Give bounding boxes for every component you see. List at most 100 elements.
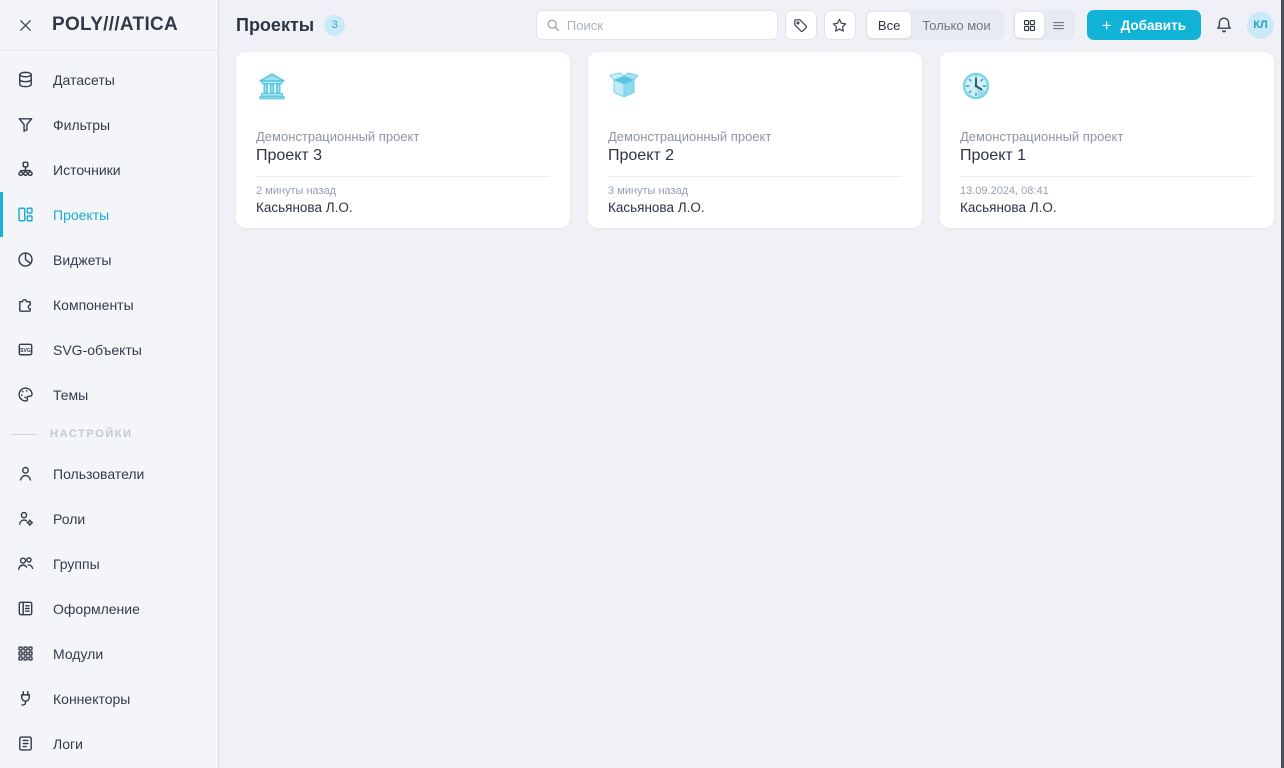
sidebar-section-settings: НАСТРОЙКИ — [0, 417, 218, 451]
notifications-button[interactable] — [1214, 15, 1234, 35]
card-subtitle: Демонстрационный проект — [256, 129, 550, 144]
search-input[interactable] — [567, 18, 768, 33]
sidebar-item-label: Оформление — [53, 601, 140, 617]
tags-filter-button[interactable] — [785, 10, 817, 40]
sidebar-item-connectors[interactable]: Коннекторы — [0, 676, 218, 721]
app-window: POLY///ATICA Датасеты Фильтры Источники … — [0, 0, 1284, 768]
person-icon — [14, 464, 36, 483]
project-card[interactable]: Демонстрационный проект Проект 3 2 минут… — [236, 52, 570, 228]
hierarchy-icon — [14, 160, 36, 179]
sidebar-item-filters[interactable]: Фильтры — [0, 102, 218, 147]
puzzle-icon — [14, 295, 36, 314]
sidebar-item-label: Группы — [53, 556, 100, 572]
sidebar-item-groups[interactable]: Группы — [0, 541, 218, 586]
close-icon[interactable] — [14, 14, 36, 36]
card-timestamp: 3 минуты назад — [608, 185, 902, 197]
project-card[interactable]: Демонстрационный проект Проект 1 13.09.2… — [940, 52, 1274, 228]
sidebar-item-components[interactable]: Компоненты — [0, 282, 218, 327]
card-divider — [960, 176, 1254, 177]
sidebar-item-sources[interactable]: Источники — [0, 147, 218, 192]
add-project-button[interactable]: + Добавить — [1087, 10, 1201, 40]
list-view-button[interactable] — [1044, 12, 1073, 38]
sidebar-item-datasets[interactable]: Датасеты — [0, 57, 218, 102]
svg-text:SVG: SVG — [20, 348, 31, 354]
sidebar-item-label: Фильтры — [53, 117, 110, 133]
add-button-label: Добавить — [1121, 18, 1186, 33]
sidebar-item-users[interactable]: Пользователи — [0, 451, 218, 496]
sidebar-item-roles[interactable]: Роли — [0, 496, 218, 541]
favorites-filter-button[interactable] — [824, 10, 856, 40]
palette-icon — [14, 385, 36, 404]
plus-icon: + — [1102, 17, 1112, 34]
sidebar-item-logs[interactable]: Логи — [0, 721, 218, 766]
project-count-badge: 3 — [324, 15, 345, 36]
people-icon — [14, 554, 36, 573]
card-title: Проект 1 — [960, 147, 1254, 165]
sidebar-item-label: Датасеты — [53, 72, 115, 88]
user-avatar[interactable]: КЛ — [1247, 12, 1274, 39]
sidebar-item-label: Пользователи — [53, 466, 144, 482]
sidebar-item-label: Роли — [53, 511, 85, 527]
sidebar-item-themes[interactable]: Темы — [0, 372, 218, 417]
sidebar-item-label: SVG-объекты — [53, 342, 142, 358]
dashboard-icon — [14, 205, 36, 224]
brand-logo: POLY///ATICA — [52, 14, 178, 36]
funnel-icon — [14, 115, 36, 134]
star-icon — [831, 17, 848, 34]
open-box-icon — [608, 70, 902, 104]
sidebar-item-svg-objects[interactable]: SVG SVG-объекты — [0, 327, 218, 372]
search-icon — [546, 18, 560, 32]
card-title: Проект 2 — [608, 147, 902, 165]
topbar-controls: Все Только мои + Добавить — [536, 10, 1274, 40]
card-author: Касьянова Л.О. — [608, 200, 902, 215]
project-card[interactable]: Демонстрационный проект Проект 2 3 минут… — [588, 52, 922, 228]
card-subtitle: Демонстрационный проект — [608, 129, 902, 144]
card-timestamp: 2 минуты назад — [256, 185, 550, 197]
bell-icon — [1214, 15, 1234, 35]
database-icon — [14, 70, 36, 89]
list-view-icon — [1051, 18, 1066, 33]
page-title: Проекты — [236, 15, 314, 36]
card-author: Касьянова Л.О. — [256, 200, 550, 215]
sidebar-item-modules[interactable]: Модули — [0, 631, 218, 676]
sidebar-item-projects[interactable]: Проекты — [0, 192, 218, 237]
sidebar-item-label: Логи — [53, 736, 83, 752]
card-title: Проект 3 — [256, 147, 550, 165]
clock-icon — [960, 70, 1254, 104]
card-author: Касьянова Л.О. — [960, 200, 1254, 215]
filter-mine-tab[interactable]: Только мои — [911, 12, 1001, 38]
sidebar-item-design[interactable]: Оформление — [0, 586, 218, 631]
person-gear-icon — [14, 509, 36, 528]
card-subtitle: Демонстрационный проект — [960, 129, 1254, 144]
bank-icon — [256, 70, 550, 104]
sidebar-item-label: Компоненты — [53, 297, 134, 313]
pie-chart-icon — [14, 250, 36, 269]
card-divider — [608, 176, 902, 177]
sidebar-item-label: Темы — [53, 387, 88, 403]
card-divider — [256, 176, 550, 177]
grid-view-button[interactable] — [1015, 12, 1044, 38]
main-content: Проекты 3 Все Только мои — [219, 0, 1284, 768]
sidebar-item-label: Проекты — [53, 207, 109, 223]
sidebar: POLY///ATICA Датасеты Фильтры Источники … — [0, 0, 219, 768]
topbar: Проекты 3 Все Только мои — [236, 9, 1274, 41]
grid-view-icon — [1022, 18, 1037, 33]
view-toggle — [1013, 10, 1075, 40]
sidebar-item-widgets[interactable]: Виджеты — [0, 237, 218, 282]
card-timestamp: 13.09.2024, 08:41 — [960, 185, 1254, 197]
svg-badge-icon: SVG — [14, 340, 36, 359]
section-divider — [11, 434, 37, 435]
filter-all-tab[interactable]: Все — [867, 12, 911, 38]
sidebar-item-label: Коннекторы — [53, 691, 130, 707]
sidebar-item-label: Модули — [53, 646, 103, 662]
sidebar-item-label: Источники — [53, 162, 121, 178]
search-box[interactable] — [536, 10, 778, 40]
project-cards-grid: Демонстрационный проект Проект 3 2 минут… — [236, 52, 1274, 228]
layout-icon — [14, 599, 36, 618]
grid-dots-icon — [14, 644, 36, 663]
log-list-icon — [14, 734, 36, 753]
sidebar-nav: Датасеты Фильтры Источники Проекты Видже… — [0, 51, 218, 766]
tag-icon — [792, 17, 809, 34]
plug-icon — [14, 689, 36, 708]
sidebar-item-label: Виджеты — [53, 252, 112, 268]
